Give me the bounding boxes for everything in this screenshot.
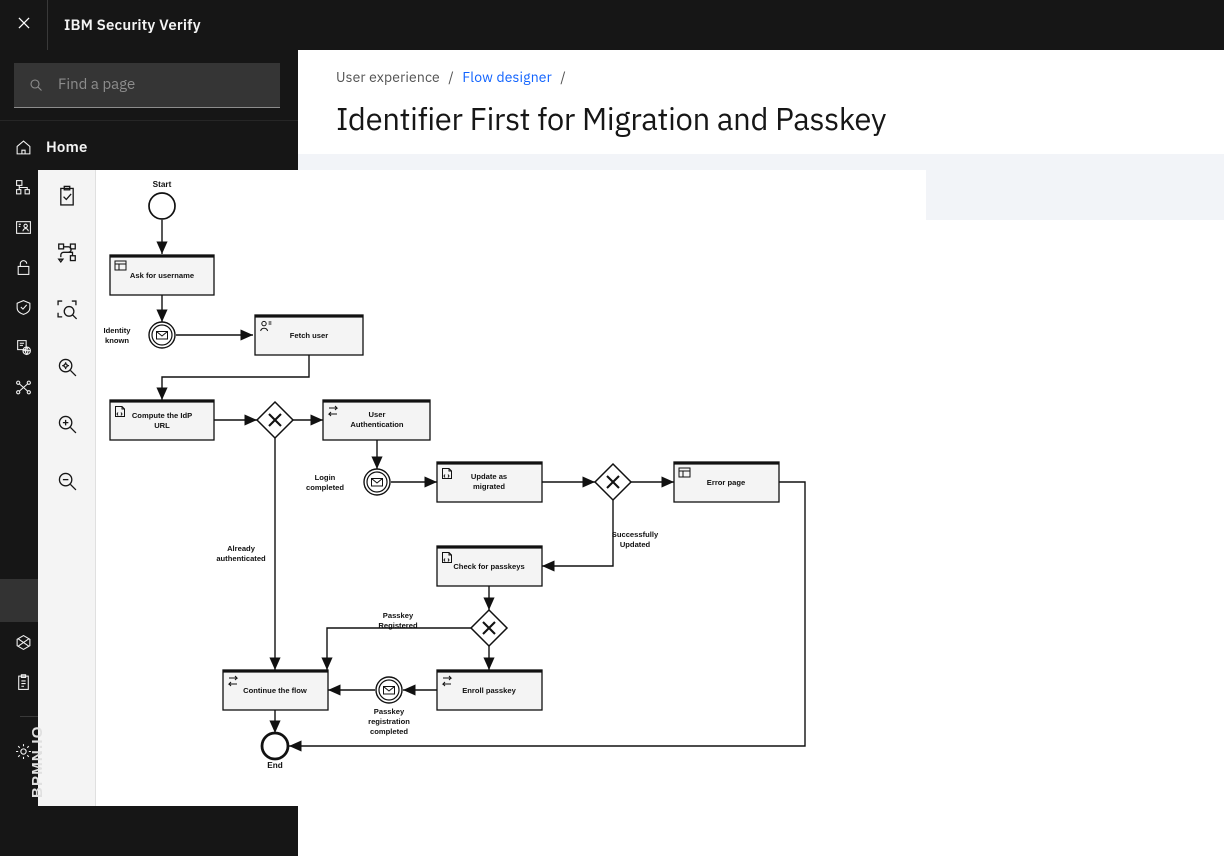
bpmn-node-label: Ask for username	[130, 271, 194, 280]
breadcrumb-separator: /	[448, 68, 454, 86]
bpmn-watermark: BPMN.IO	[29, 725, 46, 798]
close-button[interactable]	[0, 0, 48, 50]
zoom-reset-icon	[56, 356, 78, 383]
bpmn-edge-label: Updated	[620, 540, 651, 549]
bpmn-gateway-1[interactable]	[255, 400, 295, 440]
bpmn-edge-label: Passkey	[383, 611, 414, 620]
search-icon	[14, 77, 58, 93]
bpmn-edge-label: Login	[315, 473, 336, 482]
bpmn-edge-label: Identity	[103, 326, 131, 335]
bpmn-node-label: Continue the flow	[243, 686, 307, 695]
bpmn-node-label: Error page	[707, 478, 745, 487]
bpmn-node-error-page[interactable]: Error page	[673, 461, 780, 503]
breadcrumb-separator: /	[560, 68, 566, 86]
search-container	[0, 50, 298, 121]
zoom-fit-selection-button[interactable]	[38, 284, 95, 341]
bpmn-gateway-3[interactable]	[469, 608, 509, 648]
search-input[interactable]	[58, 62, 280, 107]
bpmn-node-label: Enroll passkey	[462, 686, 516, 695]
bpmn-gateway-2[interactable]	[593, 462, 633, 502]
app-header: IBM Security Verify	[0, 0, 1224, 50]
breadcrumb-parent: User experience	[336, 68, 440, 86]
bpmn-node-label: User	[369, 410, 386, 419]
page-title: Identifier First for Migration and Passk…	[336, 98, 887, 139]
bpmn-node-check-for-passkeys[interactable]: Check for passkeys	[436, 545, 543, 587]
bpmn-node-label: Compute the IdP	[132, 411, 192, 420]
bpmn-node-label: URL	[154, 421, 170, 430]
bpmn-node-fetch-user[interactable]: Fetch user	[254, 314, 364, 356]
designer-toolbar: BPMN.IO	[29, 170, 96, 806]
flow-designer: BPMN.IO Start Ask for username Identity …	[29, 170, 926, 806]
bpmn-node-label: Fetch user	[290, 331, 328, 340]
bpmn-node-login-completed[interactable]: Login completed	[306, 468, 391, 496]
bpmn-node-identity-known[interactable]: Identity known	[103, 321, 176, 349]
flow-tool-button[interactable]	[38, 227, 95, 284]
bpmn-node-label: migrated	[473, 482, 505, 491]
app-title: IBM Security Verify	[64, 15, 201, 35]
bpmn-edge-label: known	[105, 336, 129, 345]
title-bar: User experience / Flow designer / Identi…	[298, 50, 1224, 154]
bpmn-edge-label: registration	[368, 717, 410, 726]
bpmn-node-label: Update as	[471, 472, 507, 481]
clipboard-check-icon	[56, 185, 78, 212]
bpmn-edge-label: Passkey	[374, 707, 405, 716]
sidebar-item-label: Home	[46, 137, 88, 157]
bpmn-diagram: Start Ask for username Identity known Fe…	[103, 180, 806, 770]
search-box[interactable]	[14, 62, 280, 108]
bpmn-edge-label: Registered	[378, 621, 418, 630]
bpmn-canvas[interactable]: Start Ask for username Identity known Fe…	[96, 170, 926, 806]
bpmn-node-label: Check for passkeys	[453, 562, 524, 571]
zoom-out-icon	[56, 470, 78, 497]
home-icon	[12, 139, 46, 156]
zoom-in-icon	[56, 413, 78, 440]
zoom-in-button[interactable]	[38, 398, 95, 455]
bpmn-node-continue-the-flow[interactable]: Continue the flow	[222, 669, 329, 711]
bpmn-node-ask-for-username[interactable]: Ask for username	[109, 254, 215, 296]
bpmn-node-label: End	[267, 761, 282, 770]
breadcrumb-link-flow-designer[interactable]: Flow designer	[462, 68, 552, 86]
bpmn-node-label: Start	[153, 180, 172, 189]
zoom-fit-selection-icon	[56, 299, 78, 326]
zoom-out-button[interactable]	[38, 455, 95, 512]
zoom-reset-button[interactable]	[38, 341, 95, 398]
bpmn-node-enroll-passkey[interactable]: Enroll passkey	[436, 669, 543, 711]
flow-tool-icon	[56, 242, 78, 269]
bpmn-node-label: Authentication	[350, 420, 404, 429]
clipboard-check-button[interactable]	[38, 170, 95, 227]
bpmn-node-start[interactable]: Start	[148, 180, 176, 220]
bpmn-node-update-as-migrated[interactable]: Update as migrated	[436, 461, 543, 503]
bpmn-edge-label: completed	[306, 483, 344, 492]
sidebar-item-home[interactable]: Home	[0, 127, 298, 167]
bpmn-edge-label: completed	[370, 727, 408, 736]
bpmn-edge-label: authenticated	[216, 554, 266, 563]
bpmn-edge-label: Successfully	[612, 530, 659, 539]
bpmn-edge-label: Already	[227, 544, 256, 553]
bpmn-node-user-authentication[interactable]: User Authentication	[322, 399, 431, 441]
close-icon	[15, 14, 33, 37]
bpmn-node-end[interactable]: End	[260, 731, 290, 770]
bpmn-node-passkey-registration-completed[interactable]: Passkey registration completed	[368, 676, 410, 736]
breadcrumb: User experience / Flow designer /	[336, 68, 1224, 86]
bpmn-node-compute-idp-url[interactable]: Compute the IdP URL	[109, 399, 215, 441]
